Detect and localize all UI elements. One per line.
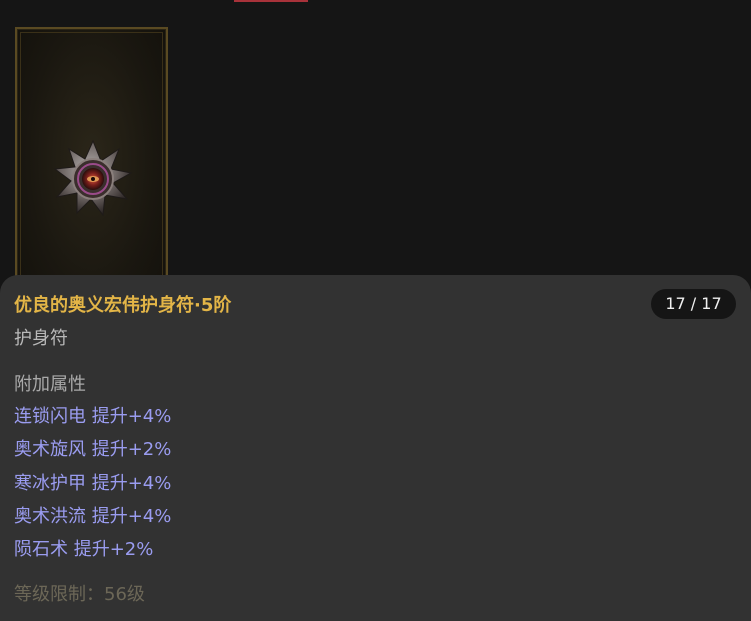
item-detail-panel: 优良的奥义宏伟护身符·5阶 17 / 17 护身符 附加属性 连锁闪电 提升+4…: [0, 275, 751, 621]
item-count-badge: 17 / 17: [651, 289, 736, 319]
item-tooltip-page: 优良的奥义宏伟护身符·5阶 17 / 17 护身符 附加属性 连锁闪电 提升+4…: [0, 0, 751, 621]
attribute-item: 陨石术 提升+2%: [14, 539, 154, 561]
attribute-item: 连锁闪电 提升+4%: [14, 406, 172, 427]
attribute-item: 寒冰护甲 提升+4%: [14, 472, 172, 494]
amulet-icon: [53, 139, 133, 217]
item-title: 优良的奥义宏伟护身符·5阶: [14, 295, 232, 316]
attributes-list: 连锁闪电 提升+4% 奥术旋风 提升+2% 寒冰护甲 提升+4% 奥术洪流 提升…: [14, 402, 171, 568]
attributes-header: 附加属性: [14, 374, 86, 395]
item-type-label: 护身符: [14, 328, 68, 349]
attribute-item: 奥术旋风 提升+2%: [14, 439, 172, 461]
level-requirement: 等级限制：56级: [14, 584, 145, 605]
top-accent-bar: [234, 0, 308, 2]
attribute-item: 奥术洪流 提升+4%: [14, 505, 172, 527]
item-image-card[interactable]: [15, 27, 168, 317]
